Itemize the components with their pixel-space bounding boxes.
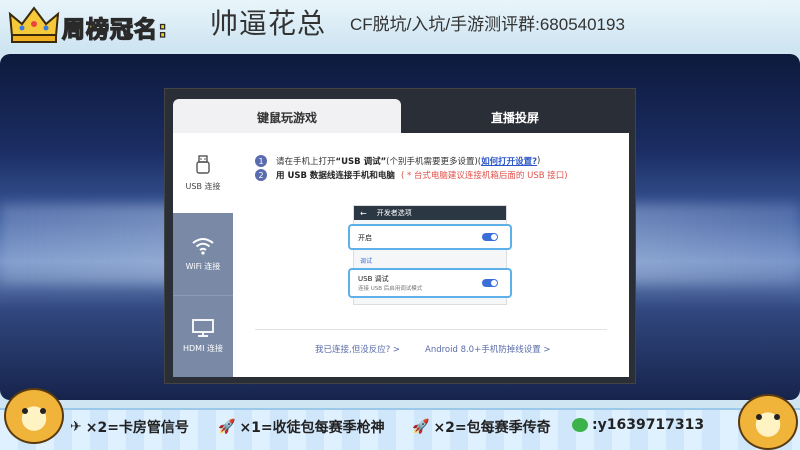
gift-item: :y1639717313: [572, 417, 704, 433]
weekly-title: 周榜冠名:: [61, 16, 169, 43]
step-text: (个别手机需要更多设置)(: [386, 157, 482, 167]
jet-icon: ✈: [70, 419, 82, 435]
section-label: 调试: [360, 258, 373, 265]
step-1: 1 请在手机上打开 “USB 调试” (个别手机需要更多设置)( 如何打开设置?…: [255, 155, 540, 167]
gift-text: ×1=收徒包每赛季枪神: [239, 420, 385, 436]
connection-dialog: 键鼠玩游戏 直播投屏 USB 连接 WiFi 连接 HDMI 连接 1 请在手机…: [164, 88, 636, 384]
wechat-icon: [572, 418, 588, 432]
tiger-mascot-icon: [738, 394, 798, 450]
step-bold: “USB 调试”: [335, 157, 387, 167]
back-arrow-icon: ←: [360, 208, 367, 218]
phone-header: ← 开发者选项: [354, 206, 506, 220]
gift-item: ✈ ×2=卡房管信号: [70, 417, 189, 437]
top-banner: 周榜冠名: 帅逼花总 CF脱坑/入坑/手游测评群:680540193: [0, 0, 800, 50]
crown-icon: [8, 6, 60, 43]
how-to-enable-link[interactable]: 如何打开设置?: [481, 155, 537, 167]
divider: [255, 329, 607, 330]
gift-text: ×2=卡房管信号: [85, 420, 189, 436]
gift-bar: ✈ ×2=卡房管信号 🚀 ×1=收徒包每赛季枪神 🚀 ×2=包每赛季传奇 :y1…: [0, 408, 800, 450]
gift-text: ×2=包每赛季传奇: [433, 420, 551, 436]
row-sublabel: 连接 USB 后启用调试模式: [358, 286, 423, 292]
tab-screen-mirror[interactable]: 直播投屏: [401, 99, 629, 135]
step-number: 2: [255, 169, 267, 181]
usb-debug-toggle-row: USB 调试 连接 USB 后启用调试模式: [348, 268, 512, 298]
step-bold: 用 USB 数据线连接手机和电脑: [276, 171, 395, 181]
toggle-switch: [482, 233, 498, 241]
row-label: USB 调试: [358, 275, 389, 283]
step-text: ): [537, 156, 541, 166]
usb-icon: [196, 154, 210, 174]
group-info: CF脱坑/入坑/手游测评群:680540193: [350, 15, 625, 34]
rocket-icon: 🚀: [412, 419, 430, 435]
gift-item: 🚀 ×1=收徒包每赛季枪神: [218, 417, 385, 437]
stream-stage: 键鼠玩游戏 直播投屏 USB 连接 WiFi 连接 HDMI 连接 1 请在手机…: [0, 54, 800, 400]
phone-header-title: 开发者选项: [376, 209, 412, 217]
sidebar-item-hdmi[interactable]: HDMI 连接: [173, 295, 233, 377]
connection-sidebar: USB 连接 WiFi 连接 HDMI 连接: [173, 133, 233, 377]
wifi-icon: [192, 237, 214, 255]
step-2: 2 用 USB 数据线连接手机和电脑 ( * 台式电脑建议连接机箱后面的 USB…: [255, 169, 568, 181]
row-label: 开启: [358, 234, 372, 242]
tab-keyboard-mouse[interactable]: 键鼠玩游戏: [173, 99, 401, 135]
sidebar-item-label: USB 连接: [185, 181, 221, 191]
gift-item: 🚀 ×2=包每赛季传奇: [412, 417, 551, 437]
step-note: ( * 台式电脑建议连接机箱后面的 USB 接口): [400, 171, 568, 181]
phone-settings-mockup: ← 开发者选项 开启 调试 USB 调试 连接 USB 后启用调试模式: [348, 205, 512, 305]
streamer-name: 帅逼花总: [210, 7, 327, 40]
tiger-mascot-icon: [4, 388, 64, 444]
step-number: 1: [255, 155, 267, 167]
step-text: 请在手机上打开: [276, 157, 336, 167]
sidebar-item-wifi[interactable]: WiFi 连接: [173, 213, 233, 295]
dialog-body: USB 连接 WiFi 连接 HDMI 连接 1 请在手机上打开 “USB 调试…: [173, 133, 629, 377]
sidebar-item-label: WiFi 连接: [185, 261, 221, 271]
monitor-icon: [192, 319, 214, 337]
android-disconnect-link[interactable]: Android 8.0+手机防掉线设置 >: [425, 343, 551, 355]
sidebar-item-usb[interactable]: USB 连接: [173, 133, 233, 213]
usb-instructions: 1 请在手机上打开 “USB 调试” (个别手机需要更多设置)( 如何打开设置?…: [233, 133, 629, 377]
no-response-link[interactable]: 我已连接,但没反应? >: [315, 343, 400, 355]
gift-text: :y1639717313: [592, 417, 705, 433]
rocket-icon: 🚀: [218, 419, 236, 435]
sidebar-item-label: HDMI 连接: [183, 344, 223, 353]
developer-options-toggle-row: 开启: [348, 224, 512, 250]
toggle-switch: [482, 279, 498, 287]
